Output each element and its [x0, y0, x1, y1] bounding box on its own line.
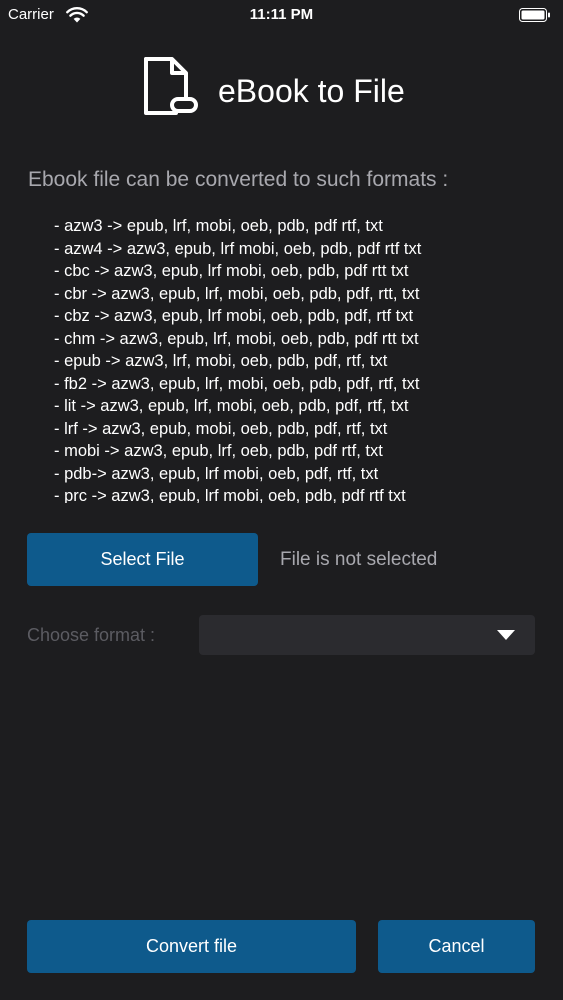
- status-bar: Carrier 11:11 PM: [0, 0, 563, 32]
- format-line: - cbr -> azw3, epub, lrf, mobi, oeb, pdb…: [54, 284, 420, 303]
- file-status: File is not selected: [280, 549, 438, 570]
- format-label: Choose format :: [27, 625, 156, 645]
- format-line: - cbc -> azw3, epub, lrf mobi, oeb, pdb,…: [54, 262, 409, 280]
- format-line: - epub -> azw3, lrf, mobi, oeb, pdb, pdf…: [54, 352, 388, 370]
- status-time: 11:11 PM: [249, 6, 314, 23]
- format-line: - lrf -> azw3, epub, mobi, oeb, pdb, pdf…: [54, 419, 388, 438]
- convert-file-button[interactable]: Convert file: [27, 920, 356, 973]
- format-line: - prc -> azw3, epub, lrf mobi, oeb, pdb,…: [54, 487, 406, 503]
- format-line: - cbz -> azw3, epub, lrf mobi, oeb, pdb,…: [54, 307, 414, 325]
- format-select[interactable]: [199, 615, 535, 655]
- app-screen: Carrier 11:11 PM eBook to File Ebook fil…: [0, 0, 563, 1000]
- format-line: - azw4 -> azw3, epub, lrf mobi, oeb, pdb…: [54, 239, 422, 258]
- format-line: - mobi -> azw3, epub, lrf, oeb, pdb, pdf…: [54, 442, 383, 460]
- format-line: - pdb-> azw3, epub, lrf mobi, oeb, pdf, …: [54, 464, 379, 483]
- cancel-button[interactable]: Cancel: [378, 920, 535, 973]
- app-title: eBook to File: [218, 73, 405, 109]
- format-list[interactable]: - azw3 -> epub, lrf, mobi, oeb, pdb, pdf…: [54, 215, 524, 503]
- document-icon: [144, 57, 198, 115]
- format-line: - azw3 -> epub, lrf, mobi, oeb, pdb, pdf…: [54, 217, 383, 235]
- format-line: - chm -> azw3, epub, lrf, mobi, oeb, pdb…: [54, 329, 419, 348]
- select-file-button[interactable]: Select File: [27, 533, 258, 586]
- battery-icon: [519, 8, 550, 22]
- chevron-down-icon: [497, 630, 515, 640]
- format-line: - fb2 -> azw3, epub, lrf, mobi, oeb, pdb…: [54, 374, 420, 393]
- intro-text: Ebook file can be converted to such form…: [28, 168, 449, 191]
- format-line: - lit -> azw3, epub, lrf, mobi, oeb, pdb…: [54, 397, 409, 415]
